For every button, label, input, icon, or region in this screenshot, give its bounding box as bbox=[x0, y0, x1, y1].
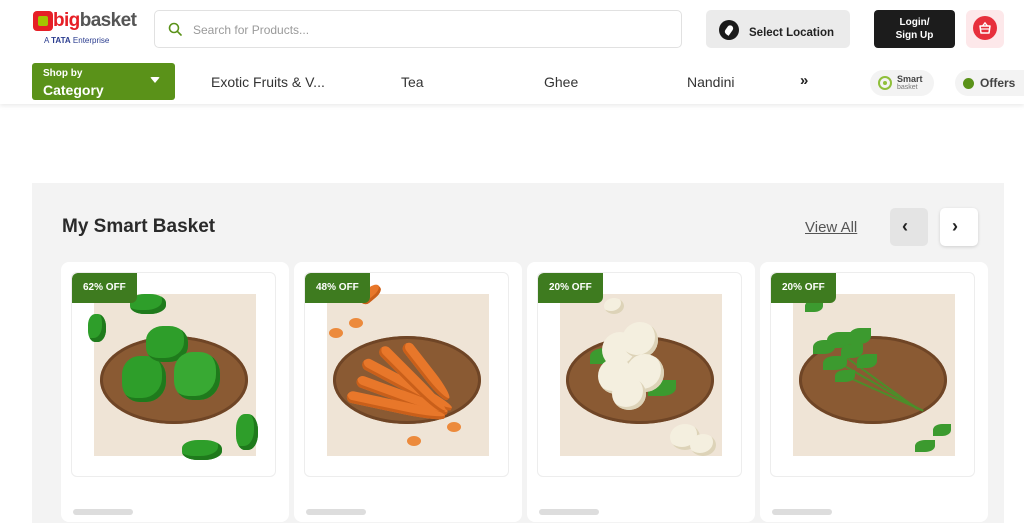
carousel-next-button[interactable]: › bbox=[940, 208, 978, 246]
carousel-prev-button[interactable]: ‹ bbox=[890, 208, 928, 246]
search-input[interactable] bbox=[193, 19, 663, 41]
product-image[interactable]: 62% OFF bbox=[71, 272, 276, 477]
bigbasket-logo[interactable]: bigbasket A TATA Enterprise bbox=[33, 10, 137, 49]
select-location-button[interactable]: Select Location bbox=[706, 10, 850, 48]
discount-badge: 20% OFF bbox=[771, 273, 836, 303]
search-bar[interactable] bbox=[154, 10, 682, 48]
select-location-label: Select Location bbox=[749, 27, 834, 39]
product-card[interactable]: 62% OFF bbox=[61, 262, 289, 522]
product-name-placeholder bbox=[73, 509, 133, 515]
product-name-placeholder bbox=[772, 509, 832, 515]
logo-big-text: big bbox=[53, 10, 80, 31]
nav-item-tea[interactable]: Tea bbox=[401, 74, 424, 90]
cart-button[interactable] bbox=[966, 10, 1004, 48]
nav-item-nandini[interactable]: Nandini bbox=[687, 74, 734, 90]
smart-basket-icon bbox=[878, 76, 892, 90]
compass-icon bbox=[719, 20, 739, 40]
chevron-down-icon bbox=[150, 77, 160, 83]
search-icon bbox=[168, 22, 182, 36]
section-title: My Smart Basket bbox=[62, 216, 216, 237]
chevron-right-icon: › bbox=[952, 216, 958, 236]
product-image[interactable]: 20% OFF bbox=[770, 272, 975, 477]
product-name-placeholder bbox=[306, 509, 366, 515]
smart-basket-button[interactable]: Smart basket bbox=[870, 70, 934, 96]
cauliflower-image bbox=[560, 294, 722, 456]
view-all-link[interactable]: View All bbox=[805, 219, 857, 236]
discount-badge: 20% OFF bbox=[538, 273, 603, 303]
nav-item-ghee[interactable]: Ghee bbox=[544, 74, 578, 90]
carrots-image bbox=[327, 281, 489, 456]
product-name-placeholder bbox=[539, 509, 599, 515]
product-card[interactable]: 20% OFF bbox=[527, 262, 755, 522]
offers-icon bbox=[963, 78, 974, 89]
discount-badge: 48% OFF bbox=[305, 273, 370, 303]
discount-badge: 62% OFF bbox=[72, 273, 137, 303]
product-image[interactable]: 48% OFF bbox=[304, 272, 509, 477]
site-header: bigbasket A TATA Enterprise Select Locat… bbox=[0, 0, 1024, 104]
offers-button[interactable]: Offers bbox=[955, 70, 1024, 96]
product-image[interactable]: 20% OFF bbox=[537, 272, 742, 477]
coriander-image bbox=[793, 294, 955, 456]
logo-basket-text: basket bbox=[79, 10, 137, 31]
green-capsicum-image bbox=[88, 294, 258, 460]
product-card[interactable]: 20% OFF bbox=[760, 262, 988, 522]
logo-tagline: A TATA Enterprise bbox=[44, 36, 110, 45]
basket-icon bbox=[973, 16, 997, 40]
nav-more-icon[interactable]: » bbox=[800, 72, 808, 89]
logo-mark-icon bbox=[33, 11, 53, 31]
chevron-left-icon: ‹ bbox=[902, 216, 908, 236]
nav-item-exotic-fruits[interactable]: Exotic Fruits & V... bbox=[211, 74, 325, 90]
shop-by-category-button[interactable]: Shop by Category bbox=[32, 63, 175, 100]
product-card[interactable]: 48% OFF bbox=[294, 262, 522, 522]
login-signup-button[interactable]: Login/ Sign Up bbox=[874, 10, 955, 48]
